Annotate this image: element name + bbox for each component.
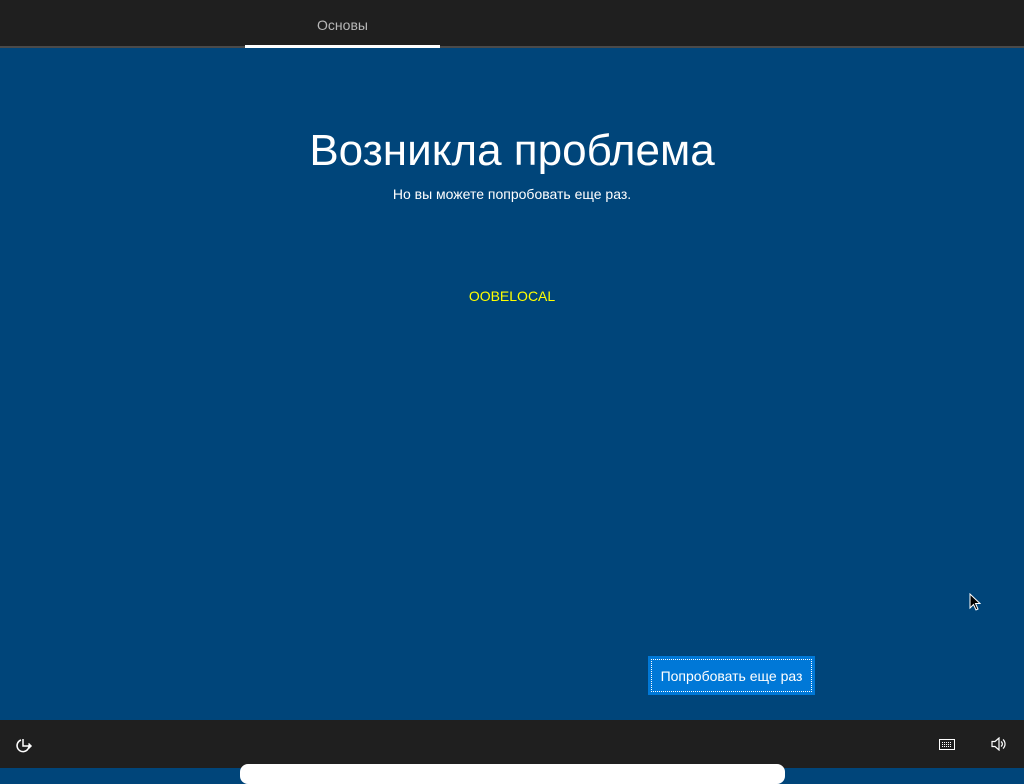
bottom-bar — [0, 720, 1024, 768]
main-content: Возникла проблема Но вы можете попробова… — [0, 48, 1024, 720]
retry-button-label: Попробовать еще раз — [651, 659, 812, 692]
mouse-cursor-icon — [969, 593, 981, 611]
keyboard-icon[interactable] — [939, 739, 955, 750]
bottom-panel-edge — [240, 764, 785, 784]
tab-basics: Основы — [317, 17, 368, 33]
retry-button[interactable]: Попробовать еще раз — [648, 656, 815, 695]
page-subtitle: Но вы можете попробовать еще раз. — [392, 186, 632, 202]
volume-icon[interactable] — [991, 737, 1007, 751]
ease-of-access-icon[interactable] — [15, 736, 33, 754]
page-title: Возникла проблема — [309, 126, 715, 175]
error-code: OOBELOCAL — [468, 288, 556, 304]
top-bar: Основы — [0, 0, 1024, 48]
